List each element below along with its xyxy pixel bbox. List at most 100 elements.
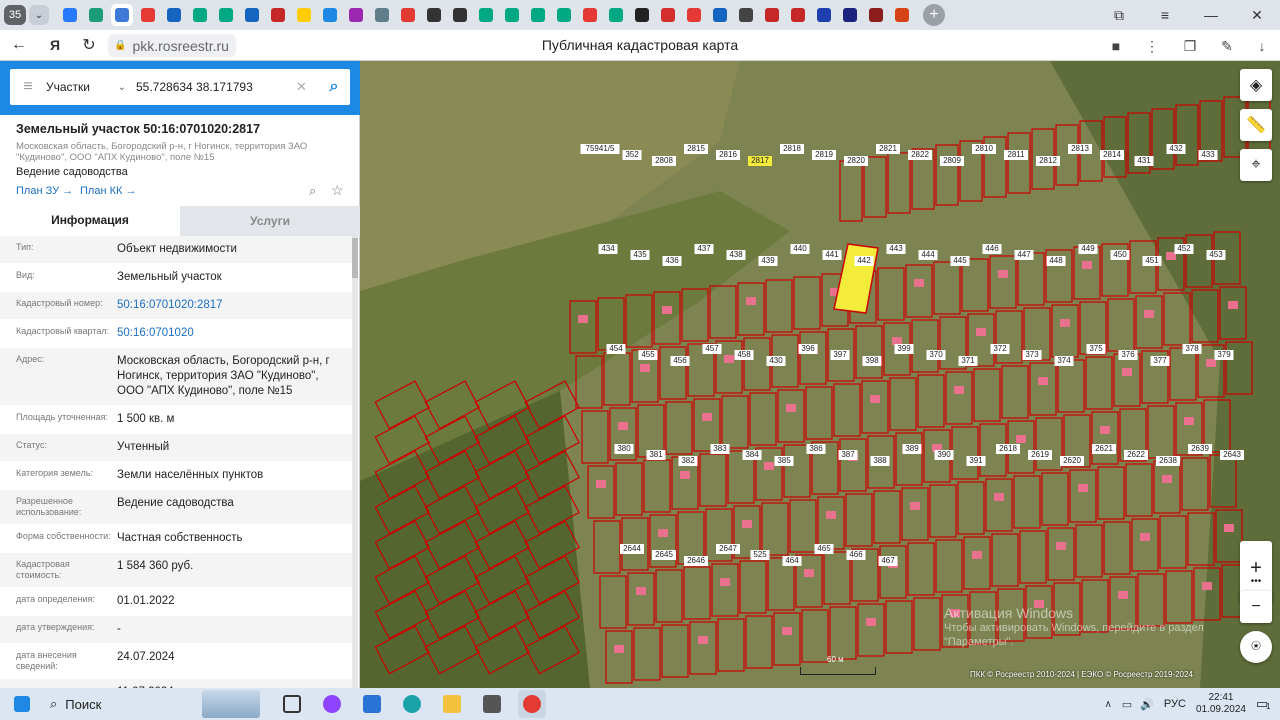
parcel-label[interactable]: 396 (798, 344, 818, 354)
parcel-label[interactable]: 390 (934, 450, 954, 460)
browser-tab[interactable] (839, 4, 861, 26)
parcel-label[interactable]: 447 (1014, 250, 1034, 260)
new-tab-button[interactable]: + (923, 4, 945, 26)
tab-list-chevron-icon[interactable]: ⌄ (29, 5, 49, 25)
parcel-label[interactable]: 456 (670, 356, 690, 366)
parcel-label[interactable]: 466 (846, 550, 866, 560)
browser-tab[interactable] (241, 4, 263, 26)
parcel-label[interactable]: 380 (614, 444, 634, 454)
parcel-label[interactable]: 381 (646, 450, 666, 460)
start-icon[interactable] (8, 690, 36, 718)
browser-tab[interactable] (475, 4, 497, 26)
parcel-label[interactable]: 2639 (1188, 444, 1212, 454)
parcel-label[interactable]: 384 (742, 450, 762, 460)
minimize-button[interactable]: — (1188, 0, 1234, 30)
parcel-label[interactable]: 2816 (716, 150, 740, 160)
parcel-label[interactable]: 382 (678, 456, 698, 466)
parcel-label[interactable]: 2820 (844, 156, 868, 166)
browser-tab[interactable] (813, 4, 835, 26)
taskbar-search[interactable]: ⌕ Поиск (42, 688, 202, 720)
tab-information[interactable]: Информация (0, 206, 180, 236)
parcel-label[interactable]: 436 (662, 256, 682, 266)
parcel-label[interactable]: 2815 (684, 144, 708, 154)
browser-tab[interactable] (293, 4, 315, 26)
parcel-label[interactable]: 448 (1046, 256, 1066, 266)
browser-tab[interactable] (787, 4, 809, 26)
parcel-label[interactable]: 2618 (996, 444, 1020, 454)
scrollbar[interactable] (352, 236, 358, 688)
parcel-label[interactable]: 385 (774, 456, 794, 466)
parcel-label[interactable]: 375 (1086, 344, 1106, 354)
plan-zu-link[interactable]: План ЗУ → (16, 185, 73, 197)
parcel-label[interactable]: 75941/5 (580, 144, 620, 154)
parcel-label[interactable]: 525 (750, 550, 770, 560)
browser-tab[interactable] (189, 4, 211, 26)
parcel-label[interactable]: 444 (918, 250, 938, 260)
parcel-label[interactable]: 2647 (716, 544, 740, 554)
parcel-label[interactable]: 2812 (1036, 156, 1060, 166)
parcel-label[interactable]: 2619 (1028, 450, 1052, 460)
parcel-label[interactable]: 386 (806, 444, 826, 454)
yandex-browser-taskbar-icon[interactable] (518, 690, 546, 718)
parcel-label[interactable]: 352 (622, 150, 642, 160)
locate-icon[interactable]: ⌖ (1240, 149, 1272, 181)
clock[interactable]: 22:41 01.09.2024 (1196, 692, 1246, 716)
browser-tab[interactable] (683, 4, 705, 26)
parcel-label[interactable]: 391 (966, 456, 986, 466)
browser-tab[interactable] (579, 4, 601, 26)
parcel-label[interactable]: 2809 (940, 156, 964, 166)
zoom-in-button[interactable]: + (1250, 558, 1262, 578)
collections-icon[interactable]: ❐ (1179, 35, 1201, 57)
browser-tab[interactable] (85, 4, 107, 26)
back-button[interactable]: ← (4, 30, 34, 60)
parcel-label[interactable]: 457 (702, 344, 722, 354)
parcel-label[interactable]: 397 (830, 350, 850, 360)
tab-count-badge[interactable]: 35 (4, 5, 26, 25)
browser-tab[interactable] (449, 4, 471, 26)
notification-icon[interactable]: ▭ 1 (1256, 696, 1280, 712)
parcel-label[interactable]: 379 (1214, 350, 1234, 360)
attribute-value[interactable]: 50:16:0701020:2817 (117, 298, 352, 313)
parcel-label[interactable]: 2621 (1092, 444, 1116, 454)
zoom-to-object-icon[interactable]: ⌕ (309, 183, 316, 199)
browser-tab[interactable] (735, 4, 757, 26)
browser-tab[interactable] (345, 4, 367, 26)
explorer-icon[interactable] (438, 690, 466, 718)
browser-tab[interactable] (657, 4, 679, 26)
parcel-label[interactable]: 467 (878, 556, 898, 566)
parcel-label[interactable]: 389 (902, 444, 922, 454)
clear-icon[interactable]: ✕ (296, 79, 318, 95)
parcel-label[interactable]: 437 (694, 244, 714, 254)
browser-tab[interactable] (891, 4, 913, 26)
parcel-label[interactable]: 388 (870, 456, 890, 466)
parcel-label[interactable]: 450 (1110, 250, 1130, 260)
layers-icon[interactable]: ◈ (1240, 69, 1272, 101)
parcel-label[interactable]: 2814 (1100, 150, 1124, 160)
browser-tab[interactable] (59, 4, 81, 26)
browser-tab[interactable] (423, 4, 445, 26)
hamburger-icon[interactable]: ≡ (10, 78, 46, 96)
parcel-label[interactable]: 2822 (908, 150, 932, 160)
downloads-icon[interactable]: ↓ (1251, 35, 1273, 57)
parcel-label[interactable]: 451 (1142, 256, 1162, 266)
parcel-label[interactable]: 2808 (652, 156, 676, 166)
plan-kk-link[interactable]: План КК → (80, 185, 136, 197)
parcel-label[interactable]: 383 (710, 444, 730, 454)
parcel-label[interactable]: 435 (630, 250, 650, 260)
calculator-icon[interactable] (478, 690, 506, 718)
parcel-label[interactable]: 2622 (1124, 450, 1148, 460)
alice-assistant-icon[interactable] (318, 690, 346, 718)
parcel-label[interactable]: 378 (1182, 344, 1202, 354)
parcel-label[interactable]: 443 (886, 244, 906, 254)
parcel-label[interactable]: 465 (814, 544, 834, 554)
parcel-label[interactable]: 377 (1150, 356, 1170, 366)
zoom-out-button[interactable]: − (1240, 591, 1272, 623)
bookmark-icon[interactable]: ■ (1105, 35, 1127, 57)
network-icon[interactable]: ▭ (1122, 698, 1132, 711)
parcel-label[interactable]: 430 (766, 356, 786, 366)
parcel-label[interactable]: 438 (726, 250, 746, 260)
parcel-label[interactable]: 441 (822, 250, 842, 260)
tab-services[interactable]: Услуги (180, 206, 360, 236)
parcel-label[interactable]: 2644 (620, 544, 644, 554)
browser-tab[interactable] (553, 4, 575, 26)
